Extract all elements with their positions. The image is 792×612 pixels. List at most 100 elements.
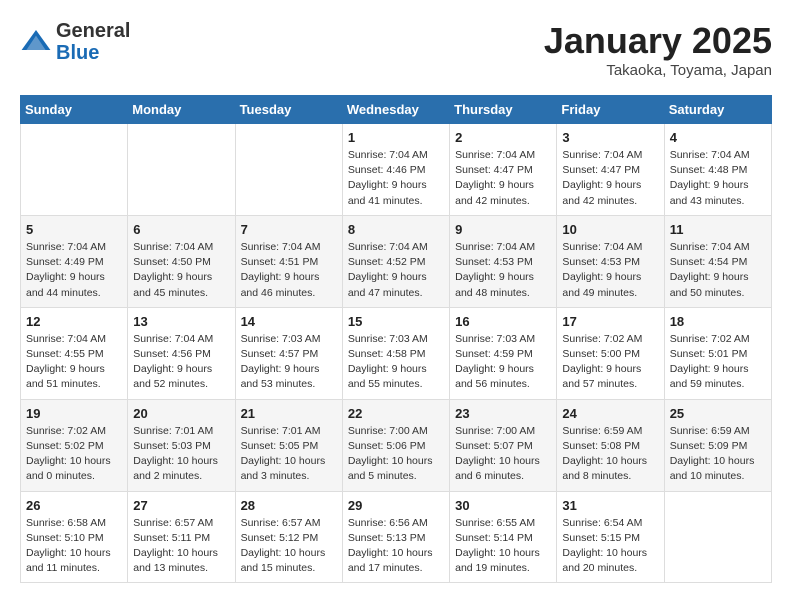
cell-info: Sunrise: 7:04 AM Sunset: 4:55 PM Dayligh… (26, 332, 122, 393)
cell-info: Sunrise: 7:04 AM Sunset: 4:54 PM Dayligh… (670, 240, 766, 301)
cell-info: Sunrise: 7:03 AM Sunset: 4:58 PM Dayligh… (348, 332, 444, 393)
day-number: 15 (348, 314, 444, 329)
day-number: 29 (348, 498, 444, 513)
calendar-cell: 15 Sunrise: 7:03 AM Sunset: 4:58 PM Dayli… (342, 307, 449, 399)
day-number: 8 (348, 222, 444, 237)
cell-info: Sunrise: 7:00 AM Sunset: 5:07 PM Dayligh… (455, 424, 551, 485)
weekday-header-saturday: Saturday (664, 96, 771, 124)
cell-info: Sunrise: 7:02 AM Sunset: 5:00 PM Dayligh… (562, 332, 658, 393)
calendar-cell: 9 Sunrise: 7:04 AM Sunset: 4:53 PM Daylig… (450, 215, 557, 307)
calendar-week-row: 12 Sunrise: 7:04 AM Sunset: 4:55 PM Dayli… (21, 307, 772, 399)
cell-info: Sunrise: 7:03 AM Sunset: 4:59 PM Dayligh… (455, 332, 551, 393)
day-number: 16 (455, 314, 551, 329)
calendar-cell (21, 124, 128, 216)
cell-info: Sunrise: 6:57 AM Sunset: 5:11 PM Dayligh… (133, 516, 229, 577)
cell-info: Sunrise: 7:02 AM Sunset: 5:02 PM Dayligh… (26, 424, 122, 485)
calendar-cell: 13 Sunrise: 7:04 AM Sunset: 4:56 PM Dayli… (128, 307, 235, 399)
day-number: 7 (241, 222, 337, 237)
logo-icon (20, 26, 52, 58)
day-number: 11 (670, 222, 766, 237)
calendar-cell: 24Sunrise: 6:59 AM Sunset: 5:08 PM Dayli… (557, 399, 664, 491)
cell-info: Sunrise: 6:59 AM Sunset: 5:08 PM Dayligh… (562, 424, 658, 485)
calendar-week-row: 19 Sunrise: 7:02 AM Sunset: 5:02 PM Dayli… (21, 399, 772, 491)
cell-info: Sunrise: 6:59 AM Sunset: 5:09 PM Dayligh… (670, 424, 766, 485)
day-number: 31 (562, 498, 658, 513)
calendar-cell: 20 Sunrise: 7:01 AM Sunset: 5:03 PM Dayli… (128, 399, 235, 491)
calendar-cell: 14Sunrise: 7:03 AM Sunset: 4:57 PM Dayli… (235, 307, 342, 399)
cell-info: Sunrise: 7:01 AM Sunset: 5:03 PM Dayligh… (133, 424, 229, 485)
cell-info: Sunrise: 7:04 AM Sunset: 4:50 PM Dayligh… (133, 240, 229, 301)
day-number: 12 (26, 314, 122, 329)
calendar-cell: 12 Sunrise: 7:04 AM Sunset: 4:55 PM Dayli… (21, 307, 128, 399)
day-number: 25 (670, 406, 766, 421)
weekday-header-thursday: Thursday (450, 96, 557, 124)
day-number: 13 (133, 314, 229, 329)
weekday-header-tuesday: Tuesday (235, 96, 342, 124)
calendar-cell: 3 Sunrise: 7:04 AM Sunset: 4:47 PM Daylig… (557, 124, 664, 216)
day-number: 1 (348, 130, 444, 145)
day-number: 20 (133, 406, 229, 421)
calendar-cell: 27Sunrise: 6:57 AM Sunset: 5:11 PM Dayli… (128, 491, 235, 583)
calendar-cell: 6 Sunrise: 7:04 AM Sunset: 4:50 PM Daylig… (128, 215, 235, 307)
cell-info: Sunrise: 7:04 AM Sunset: 4:56 PM Dayligh… (133, 332, 229, 393)
calendar-cell: 1 Sunrise: 7:04 AM Sunset: 4:46 PM Daylig… (342, 124, 449, 216)
logo-general-text: General (56, 20, 130, 42)
calendar-cell: 4Sunrise: 7:04 AM Sunset: 4:48 PM Daylig… (664, 124, 771, 216)
calendar-cell: 8 Sunrise: 7:04 AM Sunset: 4:52 PM Daylig… (342, 215, 449, 307)
day-number: 18 (670, 314, 766, 329)
calendar-cell: 22 Sunrise: 7:00 AM Sunset: 5:06 PM Dayli… (342, 399, 449, 491)
cell-info: Sunrise: 7:04 AM Sunset: 4:47 PM Dayligh… (562, 148, 658, 209)
calendar-cell: 23Sunrise: 7:00 AM Sunset: 5:07 PM Dayli… (450, 399, 557, 491)
calendar-cell: 19 Sunrise: 7:02 AM Sunset: 5:02 PM Dayli… (21, 399, 128, 491)
cell-info: Sunrise: 6:54 AM Sunset: 5:15 PM Dayligh… (562, 516, 658, 577)
calendar-cell: 16 Sunrise: 7:03 AM Sunset: 4:59 PM Dayli… (450, 307, 557, 399)
day-number: 9 (455, 222, 551, 237)
calendar-cell: 11 Sunrise: 7:04 AM Sunset: 4:54 PM Dayli… (664, 215, 771, 307)
day-number: 22 (348, 406, 444, 421)
calendar-cell: 28 Sunrise: 6:57 AM Sunset: 5:12 PM Dayli… (235, 491, 342, 583)
calendar-cell: 25 Sunrise: 6:59 AM Sunset: 5:09 PM Dayli… (664, 399, 771, 491)
cell-info: Sunrise: 7:03 AM Sunset: 4:57 PM Dayligh… (241, 332, 337, 393)
cell-info: Sunrise: 6:55 AM Sunset: 5:14 PM Dayligh… (455, 516, 551, 577)
calendar-cell: 7 Sunrise: 7:04 AM Sunset: 4:51 PM Daylig… (235, 215, 342, 307)
calendar-week-row: 5Sunrise: 7:04 AM Sunset: 4:49 PM Daylig… (21, 215, 772, 307)
day-number: 28 (241, 498, 337, 513)
day-number: 30 (455, 498, 551, 513)
calendar-cell: 29 Sunrise: 6:56 AM Sunset: 5:13 PM Dayli… (342, 491, 449, 583)
calendar-cell (664, 491, 771, 583)
weekday-header-friday: Friday (557, 96, 664, 124)
cell-info: Sunrise: 7:00 AM Sunset: 5:06 PM Dayligh… (348, 424, 444, 485)
cell-info: Sunrise: 7:04 AM Sunset: 4:46 PM Dayligh… (348, 148, 444, 209)
day-number: 2 (455, 130, 551, 145)
cell-info: Sunrise: 7:04 AM Sunset: 4:47 PM Dayligh… (455, 148, 551, 209)
weekday-header-wednesday: Wednesday (342, 96, 449, 124)
day-number: 4 (670, 130, 766, 145)
cell-info: Sunrise: 7:04 AM Sunset: 4:52 PM Dayligh… (348, 240, 444, 301)
logo: General Blue (20, 20, 130, 64)
calendar-cell: 17 Sunrise: 7:02 AM Sunset: 5:00 PM Dayli… (557, 307, 664, 399)
cell-info: Sunrise: 6:56 AM Sunset: 5:13 PM Dayligh… (348, 516, 444, 577)
weekday-header-sunday: Sunday (21, 96, 128, 124)
day-number: 3 (562, 130, 658, 145)
cell-info: Sunrise: 7:04 AM Sunset: 4:53 PM Dayligh… (562, 240, 658, 301)
day-number: 21 (241, 406, 337, 421)
calendar-cell: 18 Sunrise: 7:02 AM Sunset: 5:01 PM Dayli… (664, 307, 771, 399)
calendar-cell: 5Sunrise: 7:04 AM Sunset: 4:49 PM Daylig… (21, 215, 128, 307)
calendar-week-row: 1 Sunrise: 7:04 AM Sunset: 4:46 PM Daylig… (21, 124, 772, 216)
calendar-table: SundayMondayTuesdayWednesdayThursdayFrid… (20, 95, 772, 583)
cell-info: Sunrise: 6:57 AM Sunset: 5:12 PM Dayligh… (241, 516, 337, 577)
cell-info: Sunrise: 7:02 AM Sunset: 5:01 PM Dayligh… (670, 332, 766, 393)
calendar-cell: 30 Sunrise: 6:55 AM Sunset: 5:14 PM Dayli… (450, 491, 557, 583)
weekday-header-monday: Monday (128, 96, 235, 124)
day-number: 10 (562, 222, 658, 237)
weekday-header-row: SundayMondayTuesdayWednesdayThursdayFrid… (21, 96, 772, 124)
day-number: 17 (562, 314, 658, 329)
title-block: January 2025 Takaoka, Toyama, Japan (544, 20, 772, 79)
calendar-cell: 26Sunrise: 6:58 AM Sunset: 5:10 PM Dayli… (21, 491, 128, 583)
cell-info: Sunrise: 7:04 AM Sunset: 4:53 PM Dayligh… (455, 240, 551, 301)
day-number: 19 (26, 406, 122, 421)
calendar-cell: 10 Sunrise: 7:04 AM Sunset: 4:53 PM Dayli… (557, 215, 664, 307)
cell-info: Sunrise: 7:04 AM Sunset: 4:51 PM Dayligh… (241, 240, 337, 301)
calendar-cell: 2 Sunrise: 7:04 AM Sunset: 4:47 PM Daylig… (450, 124, 557, 216)
day-number: 6 (133, 222, 229, 237)
